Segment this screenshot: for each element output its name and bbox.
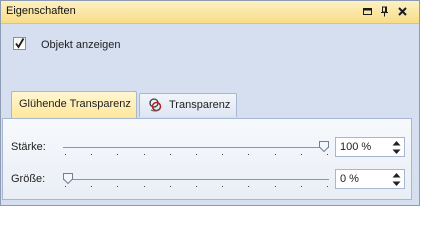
slider-tick [222,154,223,155]
groesse-spinbox[interactable]: 0 % [335,169,405,189]
staerke-label: Stärke: [11,141,46,153]
close-icon[interactable] [397,6,408,17]
slider-track [63,179,329,180]
staerke-spinbox[interactable]: 100 % [335,137,405,157]
slider-tick [301,186,302,187]
show-object-checkbox[interactable] [13,37,26,50]
slider-tick [65,186,66,187]
slider-thumb[interactable] [319,141,329,152]
spin-up-icon[interactable] [392,140,401,146]
spin-down-icon[interactable] [392,149,401,155]
show-object-label: Objekt anzeigen [41,39,121,51]
spin-down-icon[interactable] [392,181,401,187]
slider-tick [248,186,249,187]
slider-thumb[interactable] [63,173,73,184]
slider-tick [327,186,328,187]
slider-tick [170,154,171,155]
staerke-slider[interactable] [63,141,329,155]
slider-tick [275,154,276,155]
maximize-icon[interactable] [362,6,373,17]
tab-content: Stärke: 100 % Größe: 0 % [2,118,412,200]
tab-label: Transparenz [169,99,231,111]
slider-tick [65,154,66,155]
panel-title: Eigenschaften [6,5,76,17]
slider-track [63,147,329,148]
slider-tick [170,186,171,187]
slider-tick [91,154,92,155]
groesse-label: Größe: [11,173,46,185]
slider-tick [248,154,249,155]
tab-transparenz[interactable]: Transparenz [139,93,237,117]
pin-icon[interactable] [379,6,390,17]
groesse-slider[interactable] [63,173,329,187]
tab-label: Glühende Transparenz [19,98,131,110]
slider-tick [275,186,276,187]
slider-tick [91,186,92,187]
checkmark-icon [15,38,25,49]
slider-tick [327,154,328,155]
properties-panel: Eigenschaften Objekt anzeigen Glühende T… [0,0,420,206]
staerke-value[interactable]: 100 % [340,141,371,153]
transparency-icon [149,98,162,112]
slider-tick [196,154,197,155]
slider-tick [144,154,145,155]
tab-strip: Glühende Transparenz Transparenz [11,91,411,118]
tab-gluehende-transparenz[interactable]: Glühende Transparenz [11,91,137,118]
slider-tick [196,186,197,187]
groesse-value[interactable]: 0 % [340,173,359,185]
slider-tick [117,154,118,155]
slider-tick [117,186,118,187]
slider-tick [222,186,223,187]
slider-tick [301,154,302,155]
spin-up-icon[interactable] [392,172,401,178]
slider-tick [144,186,145,187]
panel-titlebar: Eigenschaften [1,1,419,24]
